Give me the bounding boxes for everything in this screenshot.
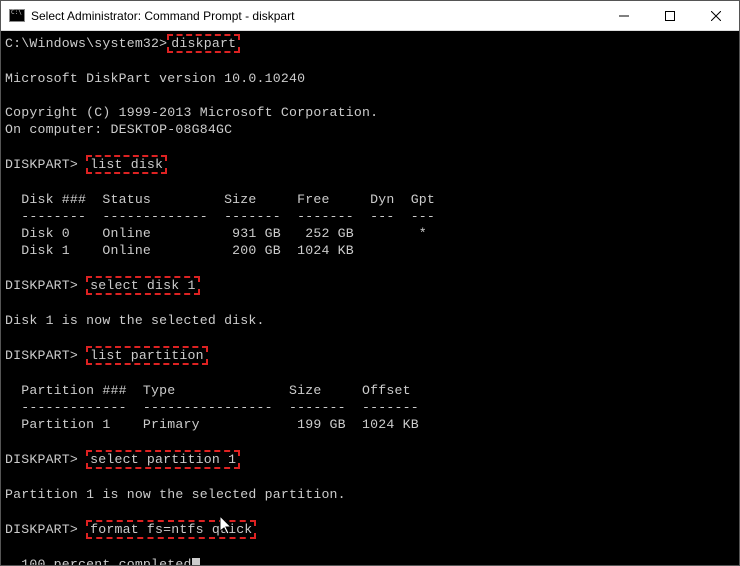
disk-table-header: Disk ### Status Size Free Dyn Gpt	[5, 192, 435, 207]
cmd-select-disk: select disk 1	[86, 276, 199, 295]
diskpart-prompt: DISKPART>	[5, 452, 86, 467]
command-prompt-window: Select Administrator: Command Prompt - d…	[0, 0, 740, 566]
maximize-button[interactable]	[647, 1, 693, 31]
cmd-list-partition: list partition	[86, 346, 208, 365]
close-button[interactable]	[693, 1, 739, 31]
diskpart-prompt: DISKPART>	[5, 157, 86, 172]
diskpart-prompt: DISKPART>	[5, 522, 86, 537]
partition-table-sep: ------------- ---------------- ------- -…	[5, 400, 419, 415]
terminal-output[interactable]: C:\Windows\system32>diskpart Microsoft D…	[1, 31, 739, 565]
cmd-select-partition: select partition 1	[86, 450, 240, 469]
cmd-format: format fs=ntfs quick	[86, 520, 256, 539]
text-cursor	[192, 558, 200, 565]
diskpart-prompt: DISKPART>	[5, 348, 86, 363]
cmd-icon	[9, 9, 25, 22]
minimize-button[interactable]	[601, 1, 647, 31]
window-title: Select Administrator: Command Prompt - d…	[31, 9, 294, 23]
cmd-list-disk: list disk	[86, 155, 167, 174]
select-disk-msg: Disk 1 is now the selected disk.	[5, 313, 265, 328]
partition-table-header: Partition ### Type Size Offset	[5, 383, 411, 398]
select-partition-msg: Partition 1 is now the selected partitio…	[5, 487, 346, 502]
copyright-line: Copyright (C) 1999-2013 Microsoft Corpor…	[5, 105, 378, 120]
version-line: Microsoft DiskPart version 10.0.10240	[5, 71, 305, 86]
diskpart-prompt: DISKPART>	[5, 278, 86, 293]
titlebar[interactable]: Select Administrator: Command Prompt - d…	[1, 1, 739, 31]
disk-row-0: Disk 0 Online 931 GB 252 GB *	[5, 226, 427, 241]
prompt-windows: C:\Windows\system32>	[5, 36, 167, 51]
disk-table-sep: -------- ------------- ------- ------- -…	[5, 209, 435, 224]
progress-line: 100 percent completed	[5, 557, 192, 565]
computer-line: On computer: DESKTOP-08G84GC	[5, 122, 232, 137]
disk-row-1: Disk 1 Online 200 GB 1024 KB	[5, 243, 354, 258]
partition-row-1: Partition 1 Primary 199 GB 1024 KB	[5, 417, 419, 432]
cmd-diskpart: diskpart	[167, 34, 240, 53]
